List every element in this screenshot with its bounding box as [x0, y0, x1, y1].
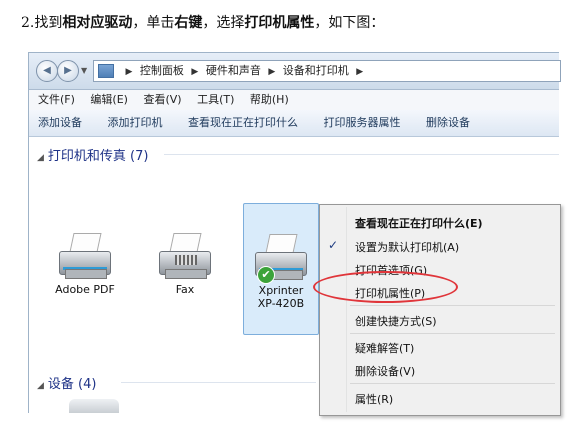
fax-icon — [157, 231, 213, 281]
menu-tools[interactable]: 工具(T) — [197, 93, 234, 106]
printer-fax[interactable]: Fax — [145, 231, 225, 296]
printer-icon: ✔ — [253, 232, 309, 284]
device-icon-partial — [69, 399, 119, 413]
chevron-right-icon[interactable]: ▶ — [356, 67, 363, 77]
add-printer-button[interactable]: 添加打印机 — [108, 116, 163, 129]
see-whats-printing-button[interactable]: 查看现在正在打印什么 — [188, 116, 298, 129]
menu-help[interactable]: 帮助(H) — [250, 93, 289, 106]
devices-printers-window: ◀ ▶ ▼ ▶ 控制面板 ▶ 硬件和声音 ▶ 设备和打印机 ▶ 文件(F) 编辑… — [28, 52, 561, 416]
printer-xprinter-xp420b[interactable]: ✔ Xprinter XP-420B — [243, 203, 319, 335]
menu-bar: 文件(F) 编辑(E) 查看(V) 工具(T) 帮助(H) — [29, 90, 559, 110]
command-toolbar: 添加设备 添加打印机 查看现在正在打印什么 打印服务器属性 删除设备 — [29, 110, 559, 137]
menu-see-whats-printing[interactable]: 查看现在正在打印什么(E) — [355, 215, 483, 231]
instruction-suffix: ，如下图： — [314, 15, 385, 31]
highlight-oval — [313, 271, 458, 303]
breadcrumb-hardware-sound[interactable]: 硬件和声音 — [206, 64, 261, 77]
instruction-driver: 相对应驱动 — [62, 15, 133, 31]
menu-remove-device[interactable]: 删除设备(V) — [355, 363, 415, 379]
add-device-button[interactable]: 添加设备 — [38, 116, 82, 129]
menu-separator — [350, 383, 555, 384]
menu-view[interactable]: 查看(V) — [143, 93, 181, 106]
menu-set-default-printer[interactable]: 设置为默认打印机(A) — [355, 239, 459, 255]
group-divider — [121, 382, 316, 383]
menu-create-shortcut[interactable]: 创建快捷方式(S) — [355, 313, 437, 329]
forward-button[interactable]: ▶ — [57, 60, 79, 82]
menu-file[interactable]: 文件(F) — [38, 93, 75, 106]
printers-group-header[interactable]: ◢ 打印机和传真 (7) — [37, 145, 148, 164]
default-printer-check-icon: ✔ — [257, 266, 275, 284]
printer-name: Adobe PDF — [55, 283, 115, 296]
checkmark-icon: ✓ — [328, 238, 339, 252]
menu-separator — [350, 305, 555, 306]
printer-context-menu: 查看现在正在打印什么(E) ✓ 设置为默认打印机(A) 打印首选项(G) 打印机… — [319, 204, 561, 416]
collapse-triangle-icon[interactable]: ◢ — [37, 153, 44, 163]
printer-adobe-pdf[interactable]: Adobe PDF — [45, 231, 125, 296]
menu-separator — [350, 333, 555, 334]
print-server-properties-button[interactable]: 打印服务器属性 — [324, 116, 401, 129]
breadcrumb-devices-printers[interactable]: 设备和打印机 — [283, 64, 349, 77]
printer-name-line2: XP-420B — [257, 297, 305, 310]
printer-name: Fax — [175, 283, 195, 296]
remove-device-button[interactable]: 删除设备 — [426, 116, 470, 129]
instruction-right-click: 右键 — [174, 15, 203, 31]
printers-group-label: 打印机和传真 (7) — [47, 149, 149, 164]
menu-properties[interactable]: 属性(R) — [355, 391, 393, 407]
instruction-printer-properties: 打印机属性 — [244, 15, 315, 31]
devices-group-header[interactable]: ◢ 设备 (4) — [37, 373, 96, 392]
collapse-triangle-icon[interactable]: ◢ — [37, 381, 44, 391]
title-bar: ◀ ▶ ▼ ▶ 控制面板 ▶ 硬件和声音 ▶ 设备和打印机 ▶ — [29, 53, 561, 90]
chevron-right-icon[interactable]: ▶ — [191, 67, 198, 77]
history-dropdown-icon[interactable]: ▼ — [81, 66, 87, 75]
printer-name-line1: Xprinter — [258, 284, 304, 297]
instruction-prefix: 2.找到 — [21, 15, 63, 31]
instruction-mid2: ，选择 — [202, 15, 245, 31]
chevron-right-icon[interactable]: ▶ — [126, 67, 133, 77]
instruction-mid1: ，单击 — [132, 15, 175, 31]
printer-icon — [57, 231, 113, 281]
menu-gutter — [346, 207, 347, 412]
printer-name: Xprinter XP-420B — [244, 284, 318, 310]
menu-edit[interactable]: 编辑(E) — [90, 93, 128, 106]
breadcrumb-control-panel[interactable]: 控制面板 — [140, 64, 184, 77]
chevron-right-icon[interactable]: ▶ — [268, 67, 275, 77]
address-bar[interactable]: ▶ 控制面板 ▶ 硬件和声音 ▶ 设备和打印机 ▶ — [93, 60, 561, 82]
devices-group-label: 设备 (4) — [47, 377, 97, 392]
group-divider — [164, 154, 559, 155]
control-panel-icon — [98, 64, 114, 78]
menu-troubleshoot[interactable]: 疑难解答(T) — [355, 340, 414, 356]
instruction-text: 2.找到相对应驱动，单击右键，选择打印机属性，如下图： — [21, 12, 384, 32]
back-button[interactable]: ◀ — [36, 60, 58, 82]
